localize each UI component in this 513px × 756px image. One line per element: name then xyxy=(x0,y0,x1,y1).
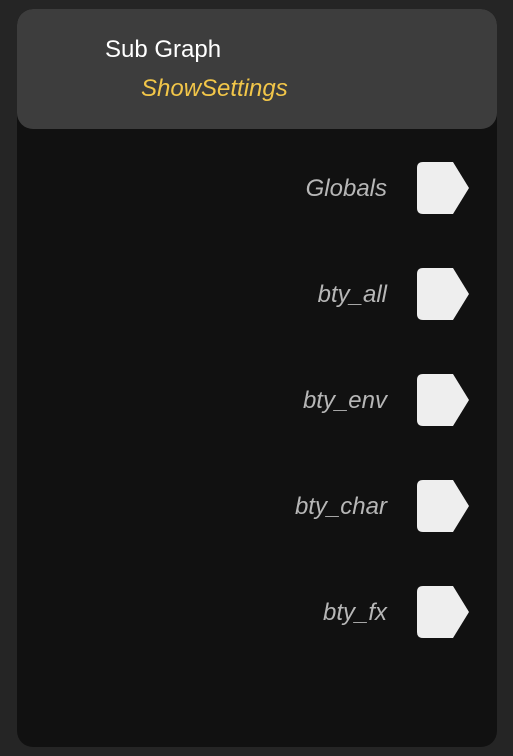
output-port-icon[interactable] xyxy=(417,586,469,638)
output-port-icon[interactable] xyxy=(417,480,469,532)
node-header[interactable]: Sub Graph ShowSettings xyxy=(17,9,497,129)
node-name-label: ShowSettings xyxy=(141,75,288,102)
output-port-row-bty-env: bty_env xyxy=(17,374,497,426)
output-port-row-bty-fx: bty_fx xyxy=(17,586,497,638)
port-label: bty_fx xyxy=(322,599,387,626)
output-port-row-bty-char: bty_char xyxy=(17,480,497,532)
subgraph-node[interactable]: Sub Graph ShowSettings Globals bty_all b… xyxy=(17,9,497,747)
port-label: bty_all xyxy=(317,281,387,308)
output-port-icon[interactable] xyxy=(417,374,469,426)
output-port-icon[interactable] xyxy=(417,268,469,320)
output-port-row-bty-all: bty_all xyxy=(17,268,497,320)
output-port-icon[interactable] xyxy=(417,162,469,214)
port-label: bty_env xyxy=(302,387,387,414)
port-label: bty_char xyxy=(294,493,387,520)
output-port-row-globals: Globals xyxy=(17,162,497,214)
node-type-label: Sub Graph xyxy=(105,36,222,63)
port-label: Globals xyxy=(305,175,387,202)
